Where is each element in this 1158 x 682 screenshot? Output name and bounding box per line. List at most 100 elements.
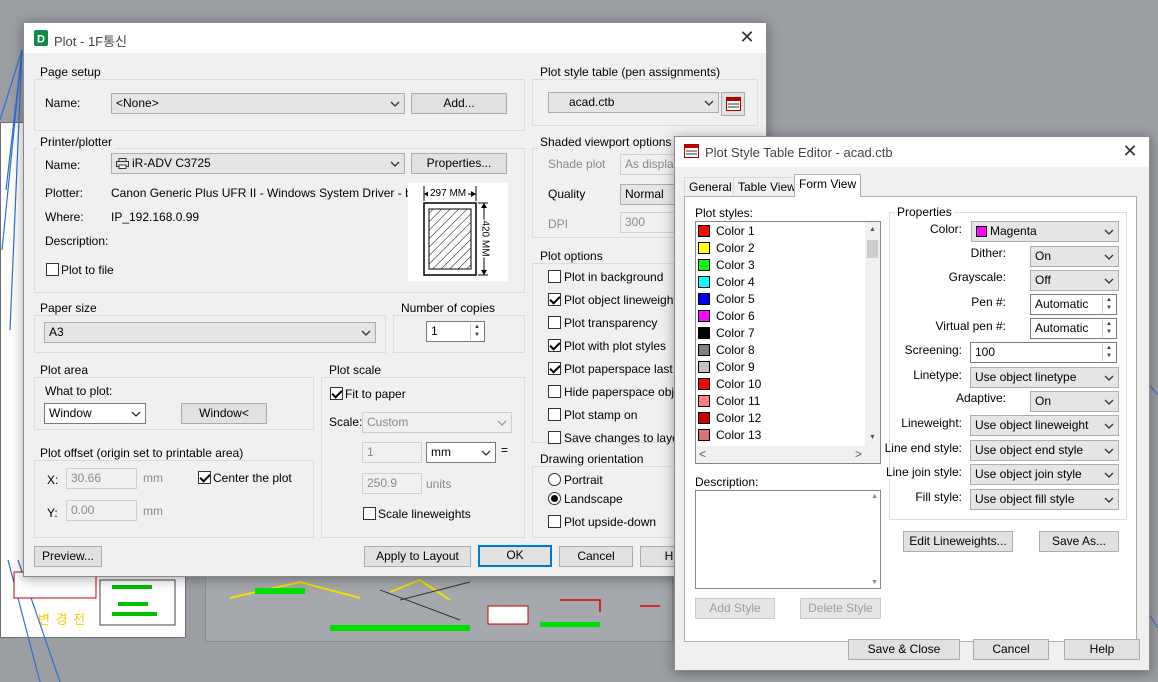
plot-style-item[interactable]: Color 6: [698, 308, 755, 325]
plot-styles-list[interactable]: Color 1 Color 2 Color 3 Color 4 Color 5 Color…: [695, 221, 881, 464]
scroll-left-icon[interactable]: <: [699, 446, 706, 463]
plot-style-item[interactable]: Color 8: [698, 342, 755, 359]
style-table-select[interactable]: acad.ctb: [548, 92, 719, 113]
plot-option-checkbox[interactable]: [548, 408, 561, 421]
where-label: Where:: [45, 210, 84, 224]
plot-style-item[interactable]: Color 9: [698, 359, 755, 376]
pen-spinner[interactable]: ▲ ▼: [1102, 296, 1115, 313]
plot-option-checkbox[interactable]: [548, 385, 561, 398]
plot-option-checkbox[interactable]: [548, 339, 561, 352]
offset-x-input[interactable]: 30.66: [66, 468, 137, 489]
plot-style-item[interactable]: Color 7: [698, 325, 755, 342]
plot-titlebar[interactable]: D Plot - 1F통신 ✕: [24, 23, 766, 53]
spin-up-icon[interactable]: ▲: [1103, 296, 1115, 304]
pen-input[interactable]: Automatic ▲ ▼: [1030, 294, 1117, 315]
scale-numerator-input[interactable]: 1: [362, 442, 422, 463]
line-join-select[interactable]: Use object join style: [970, 464, 1119, 485]
scroll-right-icon[interactable]: >: [855, 446, 862, 463]
scroll-up-icon[interactable]: ▲: [865, 222, 880, 238]
editor-cancel-button[interactable]: Cancel: [973, 639, 1049, 660]
scale-lineweights-checkbox[interactable]: [363, 507, 376, 520]
plot-style-item[interactable]: Color 5: [698, 291, 755, 308]
spin-down-icon[interactable]: ▼: [1103, 328, 1115, 336]
grayscale-select[interactable]: Off: [1030, 270, 1119, 291]
printer-select[interactable]: iR-ADV C3725: [111, 153, 405, 174]
plot-style-item[interactable]: Color 10: [698, 376, 761, 393]
scroll-down-icon[interactable]: ▼: [871, 579, 878, 586]
cancel-button[interactable]: Cancel: [559, 546, 633, 567]
plot-style-item[interactable]: Color 11: [698, 393, 760, 410]
fit-to-paper-checkbox[interactable]: [330, 387, 343, 400]
tab-table-view[interactable]: Table View: [733, 177, 801, 197]
scale-denominator-input[interactable]: 250.9: [362, 473, 422, 494]
plot-option-checkbox[interactable]: [548, 431, 561, 444]
linetype-select[interactable]: Use object linetype: [970, 367, 1119, 388]
plot-offset-title: Plot offset (origin set to printable are…: [38, 446, 246, 460]
upside-down-label: Plot upside-down: [564, 515, 657, 529]
plot-option-checkbox[interactable]: [548, 362, 561, 375]
apply-to-layout-button[interactable]: Apply to Layout: [364, 546, 471, 567]
what-to-plot-select[interactable]: Window: [44, 403, 146, 424]
save-close-button[interactable]: Save & Close: [848, 639, 960, 660]
add-page-setup-button[interactable]: Add...: [411, 93, 507, 114]
style-editor-titlebar[interactable]: Plot Style Table Editor - acad.ctb ✕: [675, 137, 1149, 167]
plot-style-item[interactable]: Color 3: [698, 257, 755, 274]
plot-option-checkbox[interactable]: [548, 316, 561, 329]
tab-form-view[interactable]: Form View: [794, 174, 862, 197]
screening-input[interactable]: 100 ▲ ▼: [970, 342, 1117, 363]
upside-down-checkbox[interactable]: [548, 515, 561, 528]
line-end-select[interactable]: Use object end style: [970, 440, 1119, 461]
close-icon[interactable]: ✕: [1121, 141, 1139, 162]
fill-style-select[interactable]: Use object fill style: [970, 489, 1119, 510]
virtual-pen-spinner[interactable]: ▲ ▼: [1102, 320, 1115, 337]
scroll-thumb[interactable]: [867, 240, 878, 258]
editor-help-button[interactable]: Help: [1064, 639, 1140, 660]
copies-input[interactable]: 1 ▲ ▼: [426, 321, 485, 342]
preview-button[interactable]: Preview...: [34, 546, 102, 567]
spin-down-icon[interactable]: ▼: [471, 331, 483, 339]
close-icon[interactable]: ✕: [738, 27, 756, 48]
window-select-button[interactable]: Window<: [181, 403, 267, 424]
edit-style-table-button[interactable]: [721, 92, 745, 116]
virtual-pen-input[interactable]: Automatic ▲ ▼: [1030, 318, 1117, 339]
spin-up-icon[interactable]: ▲: [1103, 344, 1115, 352]
dither-select[interactable]: On: [1030, 246, 1119, 267]
portrait-radio[interactable]: [548, 473, 561, 486]
save-as-button[interactable]: Save As...: [1039, 531, 1119, 552]
spin-down-icon[interactable]: ▼: [1103, 304, 1115, 312]
scroll-down-icon[interactable]: ▼: [865, 430, 880, 446]
plot-option-checkbox[interactable]: [548, 293, 561, 306]
ok-button[interactable]: OK: [478, 545, 552, 567]
editor-description-input[interactable]: ▲ ▼: [695, 490, 881, 589]
horizontal-scrollbar[interactable]: < >: [696, 446, 880, 463]
adaptive-select[interactable]: On: [1030, 391, 1119, 412]
plot-style-item[interactable]: Color 1: [698, 223, 755, 240]
paper-size-select[interactable]: A3: [44, 322, 376, 343]
add-style-button[interactable]: Add Style: [695, 598, 775, 619]
page-setup-select[interactable]: <None>: [111, 93, 405, 114]
plot-to-file-checkbox[interactable]: [46, 263, 59, 276]
scroll-up-icon[interactable]: ▲: [871, 493, 878, 500]
spin-up-icon[interactable]: ▲: [1103, 320, 1115, 328]
center-plot-checkbox[interactable]: [198, 471, 211, 484]
printer-properties-button[interactable]: Properties...: [411, 153, 507, 174]
plot-option-checkbox[interactable]: [548, 270, 561, 283]
color-select[interactable]: Magenta: [971, 221, 1119, 242]
spin-up-icon[interactable]: ▲: [471, 323, 483, 331]
plot-style-item[interactable]: Color 13: [698, 427, 761, 444]
plot-style-item[interactable]: Color 2: [698, 240, 755, 257]
plot-style-item[interactable]: Color 12: [698, 410, 761, 427]
tab-general[interactable]: General: [684, 177, 737, 197]
copies-spinner[interactable]: ▲ ▼: [470, 323, 483, 340]
lineweight-select[interactable]: Use object lineweight: [970, 415, 1119, 436]
edit-lineweights-button[interactable]: Edit Lineweights...: [903, 531, 1013, 552]
offset-y-input[interactable]: 0.00: [66, 500, 137, 521]
scale-select[interactable]: Custom: [362, 412, 512, 433]
delete-style-button[interactable]: Delete Style: [800, 598, 881, 619]
scale-unit-select[interactable]: mm: [426, 442, 496, 463]
spin-down-icon[interactable]: ▼: [1103, 352, 1115, 360]
screening-spinner[interactable]: ▲ ▼: [1102, 344, 1115, 361]
landscape-radio[interactable]: [548, 492, 561, 505]
vertical-scrollbar[interactable]: ▲ ▼: [865, 222, 880, 446]
plot-style-item[interactable]: Color 4: [698, 274, 755, 291]
